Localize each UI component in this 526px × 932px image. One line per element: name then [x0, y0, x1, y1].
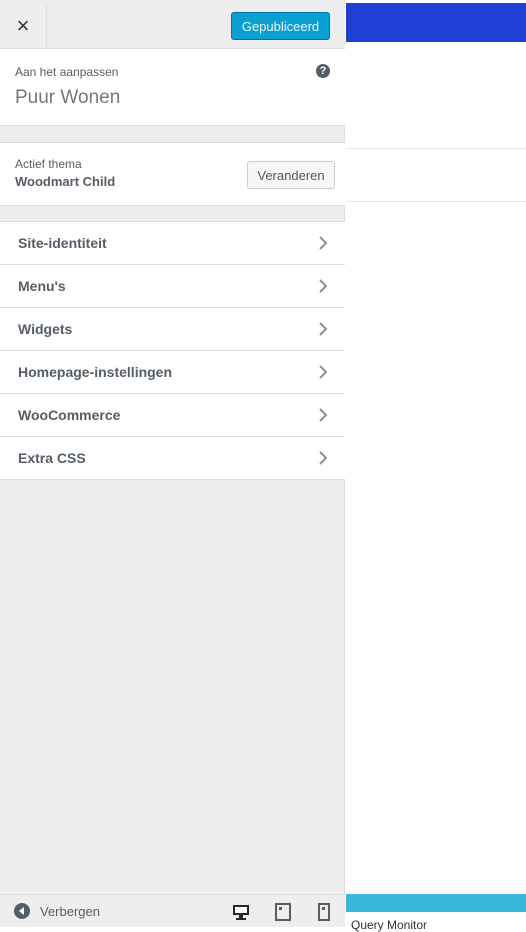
- active-theme-panel: Actief thema Woodmart Child Veranderen: [0, 142, 345, 206]
- section-label: Homepage-instellingen: [18, 364, 173, 380]
- site-title: Puur Wonen: [15, 87, 121, 108]
- section-label: Widgets: [18, 321, 73, 337]
- customizer-sections: Site-identiteit Menu's Widgets Homepage-…: [0, 221, 345, 480]
- section-menus[interactable]: Menu's: [0, 265, 345, 308]
- query-monitor-label[interactable]: Query Monitor: [351, 918, 427, 932]
- collapse-icon: [14, 903, 30, 919]
- mobile-icon[interactable]: [315, 903, 333, 921]
- section-woocommerce[interactable]: WooCommerce: [0, 394, 345, 437]
- active-theme-name: Woodmart Child: [15, 174, 116, 189]
- section-widgets[interactable]: Widgets: [0, 308, 345, 351]
- section-site-identity[interactable]: Site-identiteit: [0, 222, 345, 265]
- section-extra-css[interactable]: Extra CSS: [0, 437, 345, 480]
- customizer-footer: Verbergen: [0, 894, 345, 927]
- section-homepage-settings[interactable]: Homepage-instellingen: [0, 351, 345, 394]
- preview-header-bar: [346, 3, 526, 42]
- preview-divider: [346, 148, 526, 149]
- section-label: Extra CSS: [18, 450, 86, 466]
- customize-info-panel: Aan het aanpassen Puur Wonen ?: [0, 49, 345, 126]
- section-label: Site-identiteit: [18, 235, 107, 251]
- collapse-sidebar-button[interactable]: Verbergen: [14, 903, 100, 919]
- close-button[interactable]: ×: [0, 3, 47, 48]
- close-icon: ×: [16, 12, 30, 38]
- desktop-icon[interactable]: [232, 903, 250, 921]
- change-theme-button[interactable]: Veranderen: [247, 161, 335, 189]
- chevron-right-icon: [319, 408, 328, 422]
- chevron-right-icon: [319, 279, 328, 293]
- chevron-right-icon: [319, 365, 328, 379]
- help-icon[interactable]: ?: [316, 64, 330, 78]
- chevron-right-icon: [319, 322, 328, 336]
- tablet-icon[interactable]: [274, 903, 292, 921]
- publish-button[interactable]: Gepubliceerd: [231, 12, 330, 40]
- preview-footer-bar: [346, 894, 526, 912]
- collapse-label: Verbergen: [40, 903, 100, 919]
- chevron-right-icon: [319, 451, 328, 465]
- active-theme-label: Actief thema: [15, 157, 82, 171]
- section-label: WooCommerce: [18, 407, 121, 423]
- customizer-sidebar: × Gepubliceerd Aan het aanpassen Puur Wo…: [0, 0, 345, 927]
- customizer-header: × Gepubliceerd: [0, 3, 345, 49]
- chevron-right-icon: [319, 236, 328, 250]
- preview-divider: [346, 201, 526, 202]
- customizing-label: Aan het aanpassen: [15, 65, 119, 79]
- section-label: Menu's: [18, 278, 66, 294]
